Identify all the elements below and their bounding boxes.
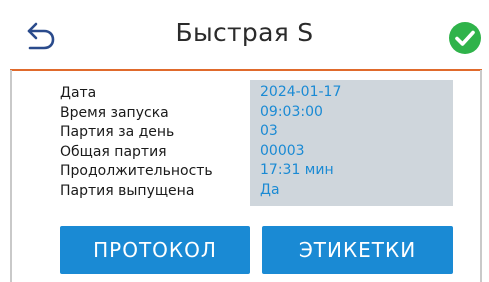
detail-labels: Дата Время запуска Партия за день Общая … [60, 84, 250, 202]
start-time-label: Время запуска [60, 104, 169, 121]
date-value: 2024-01-17 [260, 84, 342, 100]
batch-released-value: Да [260, 181, 280, 198]
header: Быстрая S [0, 0, 489, 70]
duration-value: 17:31 мин [260, 162, 334, 179]
protocol-button[interactable]: ПРОТОКОЛ [60, 226, 250, 274]
batch-per-day-value: 03 [260, 123, 278, 140]
batch-released-label: Партия выпущена [60, 182, 195, 199]
right-border [480, 70, 482, 282]
left-border [10, 70, 12, 282]
labels-button[interactable]: ЭТИКЕТКИ [262, 226, 453, 274]
date-label: Дата [60, 85, 97, 101]
start-time-value: 09:03:00 [260, 103, 323, 120]
status-indicator [448, 21, 482, 55]
check-circle-icon [449, 22, 481, 54]
batch-per-day-label: Партия за день [60, 124, 175, 141]
header-divider [10, 69, 482, 71]
page-title: Быстрая S [175, 18, 314, 47]
total-batch-value: 00003 [260, 142, 305, 159]
total-batch-label: Общая партия [60, 143, 167, 160]
detail-values: 2024-01-17 09:03:00 03 00003 17:31 мин Д… [250, 80, 453, 206]
duration-label: Продолжительность [60, 163, 213, 180]
cycle-details-screen: Быстрая S Дата Время запуска Партия за д… [0, 0, 489, 282]
